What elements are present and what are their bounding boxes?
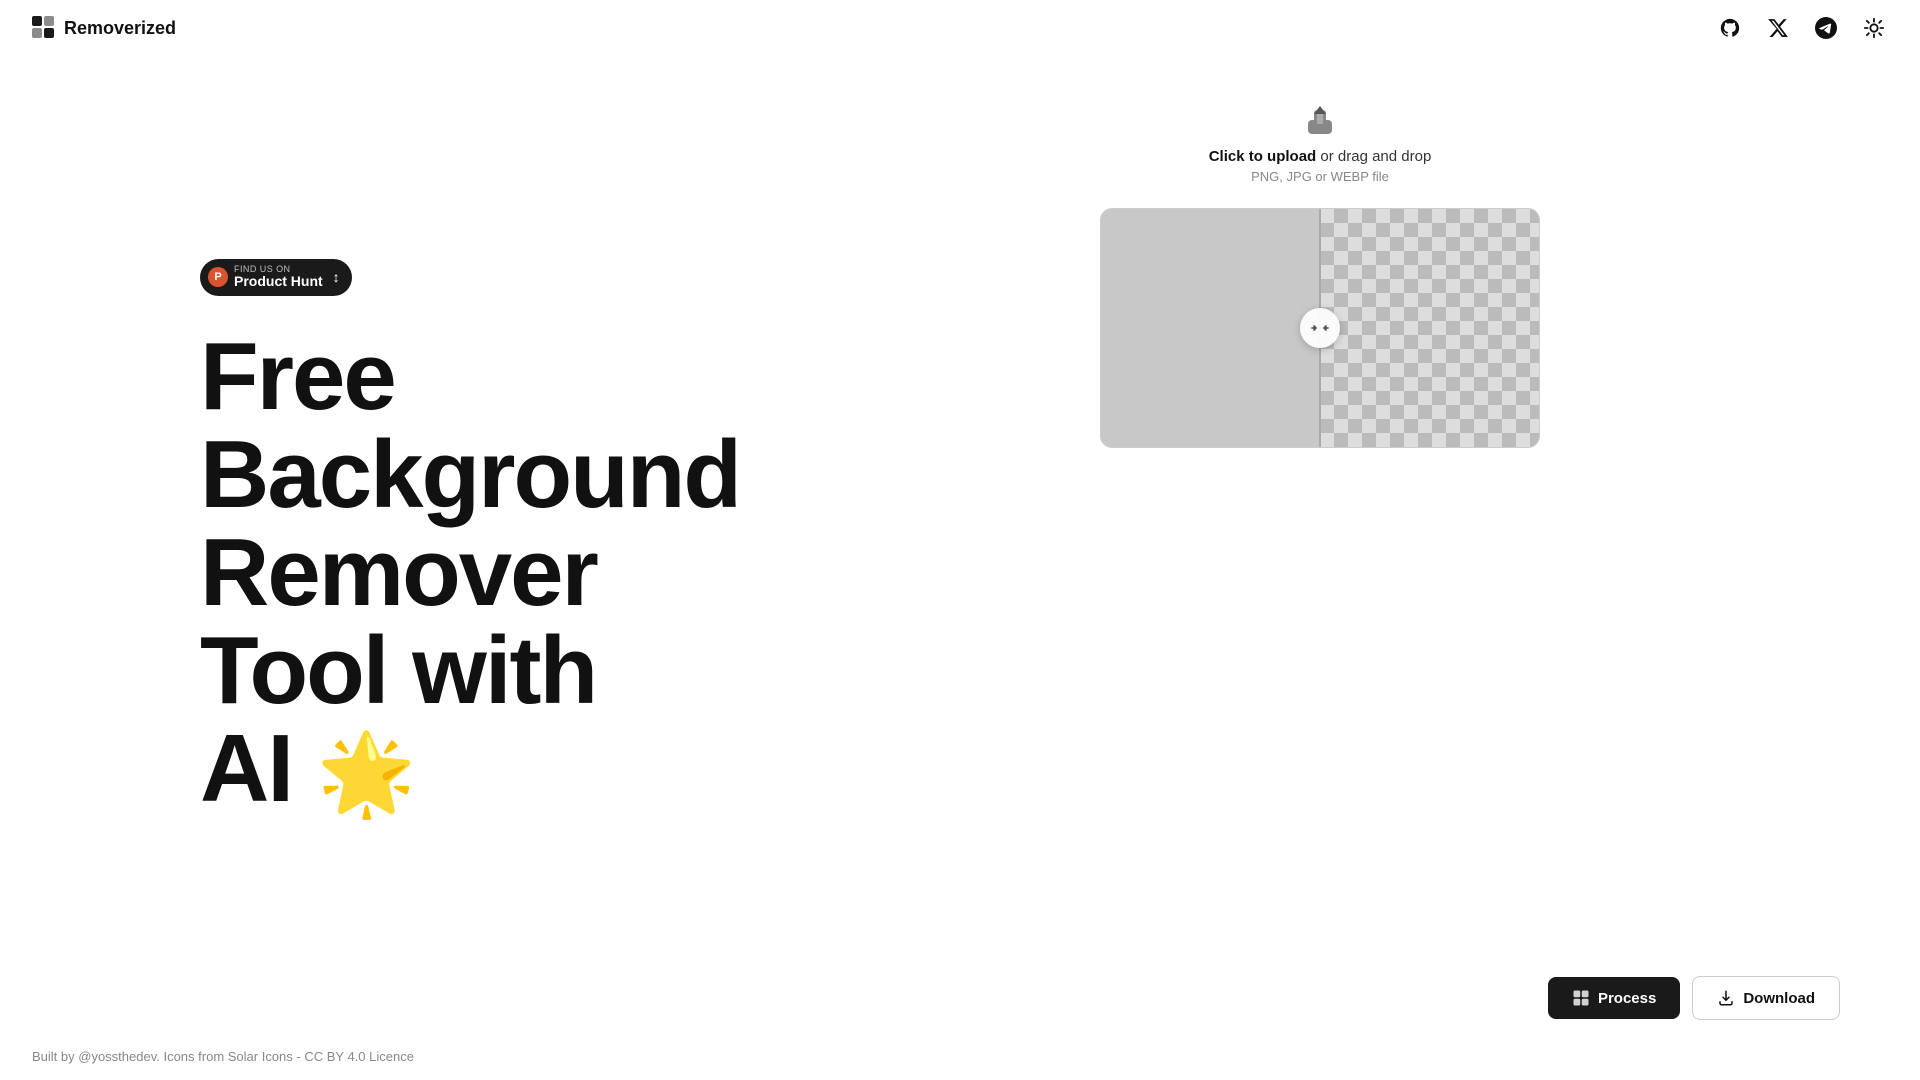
- github-icon[interactable]: [1716, 14, 1744, 42]
- image-compare[interactable]: [1100, 208, 1540, 448]
- download-label: Download: [1743, 990, 1815, 1007]
- logo[interactable]: Removerized: [32, 16, 176, 40]
- left-panel: P FIND US ON Product Hunt ↕ Free Backgro…: [0, 56, 760, 1080]
- ph-logo: P: [208, 267, 228, 287]
- logo-text: Removerized: [64, 18, 176, 39]
- compare-processed: [1320, 209, 1539, 447]
- footer-text: Built by @yossthedev. Icons from Solar I…: [32, 1049, 414, 1064]
- process-button[interactable]: Process: [1548, 977, 1680, 1019]
- main-content: P FIND US ON Product Hunt ↕ Free Backgro…: [0, 0, 1920, 1080]
- logo-icon: [32, 16, 56, 40]
- compare-original: [1101, 209, 1320, 447]
- hero-line4: Tool with: [200, 617, 596, 724]
- process-label: Process: [1598, 990, 1656, 1007]
- header: Removerized: [0, 0, 1920, 56]
- telegram-icon[interactable]: [1812, 14, 1840, 42]
- product-hunt-badge[interactable]: P FIND US ON Product Hunt ↕: [200, 259, 352, 296]
- theme-toggle-icon[interactable]: [1860, 14, 1888, 42]
- badge-arrow-icon: ↕: [333, 269, 340, 285]
- badge-find-us-text: FIND US ON: [234, 265, 323, 275]
- star-emoji: 🌟: [317, 733, 415, 815]
- hero-line3: Remover: [200, 519, 597, 626]
- hero-title: Free Background Remover Tool with AI 🌟: [200, 328, 760, 818]
- nav-icons: [1716, 14, 1888, 42]
- upload-hint: PNG, JPG or WEBP file: [1251, 169, 1389, 184]
- upload-icon: [1296, 96, 1344, 144]
- compare-handle[interactable]: [1300, 308, 1340, 348]
- hero-line5: AI: [200, 715, 292, 822]
- badge-ph-name-text: Product Hunt: [234, 274, 323, 289]
- twitter-x-icon[interactable]: [1764, 14, 1792, 42]
- process-icon: [1572, 989, 1590, 1007]
- download-button[interactable]: Download: [1692, 976, 1840, 1020]
- upload-label: Click to upload or drag and drop: [1209, 148, 1432, 165]
- right-panel: Click to upload or drag and drop PNG, JP…: [760, 56, 1920, 1080]
- bottom-actions: Process Download: [1548, 976, 1840, 1020]
- hero-line2: Background: [200, 421, 740, 528]
- hero-line1: Free: [200, 323, 395, 430]
- upload-area[interactable]: Click to upload or drag and drop PNG, JP…: [1209, 96, 1432, 184]
- download-icon: [1717, 989, 1735, 1007]
- footer: Built by @yossthedev. Icons from Solar I…: [0, 1033, 446, 1080]
